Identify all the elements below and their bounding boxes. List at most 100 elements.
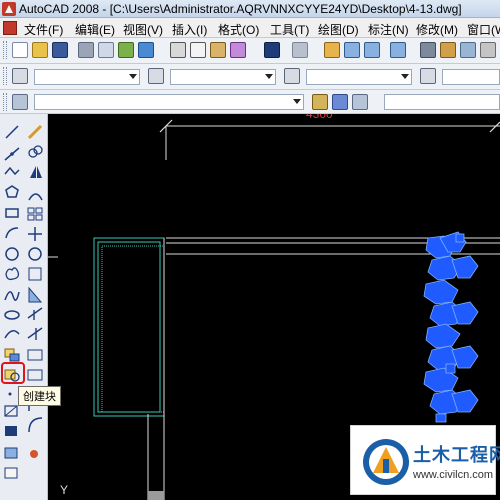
table-style-combo[interactable] — [306, 69, 412, 85]
menu-draw[interactable]: 绘图(D) — [318, 21, 359, 38]
menu-insert[interactable]: 插入(I) — [172, 21, 207, 38]
trim-icon — [27, 307, 43, 320]
rectangle-icon — [5, 208, 19, 218]
text-style-combo[interactable] — [34, 69, 140, 85]
leaf-square-2 — [445, 363, 456, 374]
layer-states-icon[interactable] — [352, 94, 368, 110]
menu-dimension[interactable]: 标注(N) — [368, 21, 409, 38]
new-icon[interactable] — [12, 42, 28, 58]
document-menu-icon[interactable] — [3, 21, 17, 35]
toolbar-grip[interactable] — [3, 41, 7, 59]
hatch-stroke-icon — [4, 405, 18, 417]
insert-block-overlay-icon — [9, 353, 20, 362]
toolbar-grip[interactable] — [3, 67, 7, 85]
cabinet-dashed-outline — [101, 245, 165, 413]
color-combo[interactable] — [384, 94, 500, 110]
leaf-square-1 — [455, 233, 465, 243]
copy-icon[interactable] — [190, 42, 206, 58]
menu-file[interactable]: 文件(F) — [24, 21, 63, 38]
dim-style-combo[interactable] — [170, 69, 276, 85]
civilcn-watermark: 土木工程网 www.civilcn.com — [350, 425, 500, 495]
layer-previous-icon[interactable] — [332, 94, 348, 110]
open-icon[interactable] — [32, 42, 48, 58]
styles-toolbar — [0, 64, 500, 90]
ucs-y-label: Y — [60, 483, 68, 497]
leaf-square-3 — [435, 413, 447, 423]
polygon-icon — [5, 185, 19, 198]
print-icon[interactable] — [78, 42, 94, 58]
autocad-icon[interactable] — [2, 2, 16, 16]
layer-combo[interactable] — [34, 94, 304, 110]
explode-icon — [30, 450, 38, 458]
table-style-icon[interactable] — [284, 68, 300, 84]
leaf-3 — [423, 279, 459, 305]
paste-icon[interactable] — [210, 42, 226, 58]
zoom-window-icon[interactable] — [364, 42, 380, 58]
spline-icon — [4, 291, 20, 301]
make-block-tooltip: 创建块 — [18, 386, 61, 406]
join-icon — [27, 369, 43, 381]
draw-modify-toolbars — [0, 114, 48, 500]
undo-icon[interactable] — [264, 42, 280, 58]
tool-palettes-icon[interactable] — [460, 42, 476, 58]
zoom-realtime-icon[interactable] — [344, 42, 360, 58]
layers-toolbar — [0, 90, 500, 114]
point-icon — [8, 392, 12, 396]
chevron-down-icon — [293, 99, 301, 104]
cut-icon[interactable] — [170, 42, 186, 58]
multileader-style-combo[interactable] — [442, 69, 500, 85]
match-properties-icon[interactable] — [230, 42, 246, 58]
zoom-previous-icon[interactable] — [390, 42, 406, 58]
text-style-icon[interactable] — [12, 68, 28, 84]
redo-icon[interactable] — [292, 42, 308, 58]
array-cell-2-icon — [35, 207, 43, 214]
arc-icon — [5, 227, 19, 239]
cabinet-outline — [93, 237, 165, 417]
publish-icon[interactable] — [118, 42, 134, 58]
menu-format[interactable]: 格式(O) — [218, 21, 259, 38]
gradient-icon — [5, 426, 17, 436]
menu-modify[interactable]: 修改(M) — [416, 21, 458, 38]
toolbar-grip[interactable] — [3, 93, 7, 111]
chevron-down-icon — [129, 74, 137, 79]
pan-icon[interactable] — [324, 42, 340, 58]
make-block-highlight — [1, 362, 25, 384]
make-object-layer-current-icon[interactable] — [312, 94, 328, 110]
civilcn-logo-icon — [363, 439, 409, 485]
region-icon — [4, 447, 18, 459]
tool-icons — [4, 124, 43, 479]
ellipse-arc-icon — [4, 330, 20, 339]
print-preview-icon[interactable] — [98, 42, 114, 58]
scale-icon — [28, 267, 42, 281]
ellipse-icon — [4, 310, 20, 320]
dimension-text: 4300 — [306, 114, 333, 121]
design-center-icon[interactable] — [440, 42, 456, 58]
menu-edit[interactable]: 编辑(E) — [75, 21, 115, 38]
chevron-down-icon — [401, 74, 409, 79]
offset-icon — [28, 193, 43, 201]
array-cell-3-icon — [27, 214, 35, 221]
title-bar: AutoCAD 2008 - [C:\Users\Administrator.A… — [0, 0, 500, 18]
array-cell-4-icon — [35, 214, 43, 221]
polyline-icon — [4, 166, 20, 176]
menu-view[interactable]: 视图(V) — [123, 21, 163, 38]
menu-tools[interactable]: 工具(T) — [270, 21, 309, 38]
properties-icon[interactable] — [420, 42, 436, 58]
layer-manager-icon[interactable] — [12, 94, 28, 110]
sheet-set-icon[interactable] — [480, 42, 496, 58]
construction-line-point-icon — [10, 152, 14, 156]
watermark-url: www.civilcn.com — [413, 469, 494, 481]
revision-cloud-icon — [5, 267, 20, 281]
menu-window[interactable]: 窗口(W) — [467, 21, 500, 38]
mirror-icon — [30, 166, 42, 178]
multileader-style-icon[interactable] — [420, 68, 436, 84]
chevron-down-icon — [265, 74, 273, 79]
gray-block — [148, 491, 164, 500]
stretch-icon — [28, 286, 43, 303]
blue-plant-block — [423, 231, 479, 423]
fillet-icon — [28, 417, 43, 433]
rotate-icon — [28, 247, 42, 261]
publish-web-icon[interactable] — [138, 42, 154, 58]
dim-style-icon[interactable] — [148, 68, 164, 84]
save-icon[interactable] — [52, 42, 68, 58]
